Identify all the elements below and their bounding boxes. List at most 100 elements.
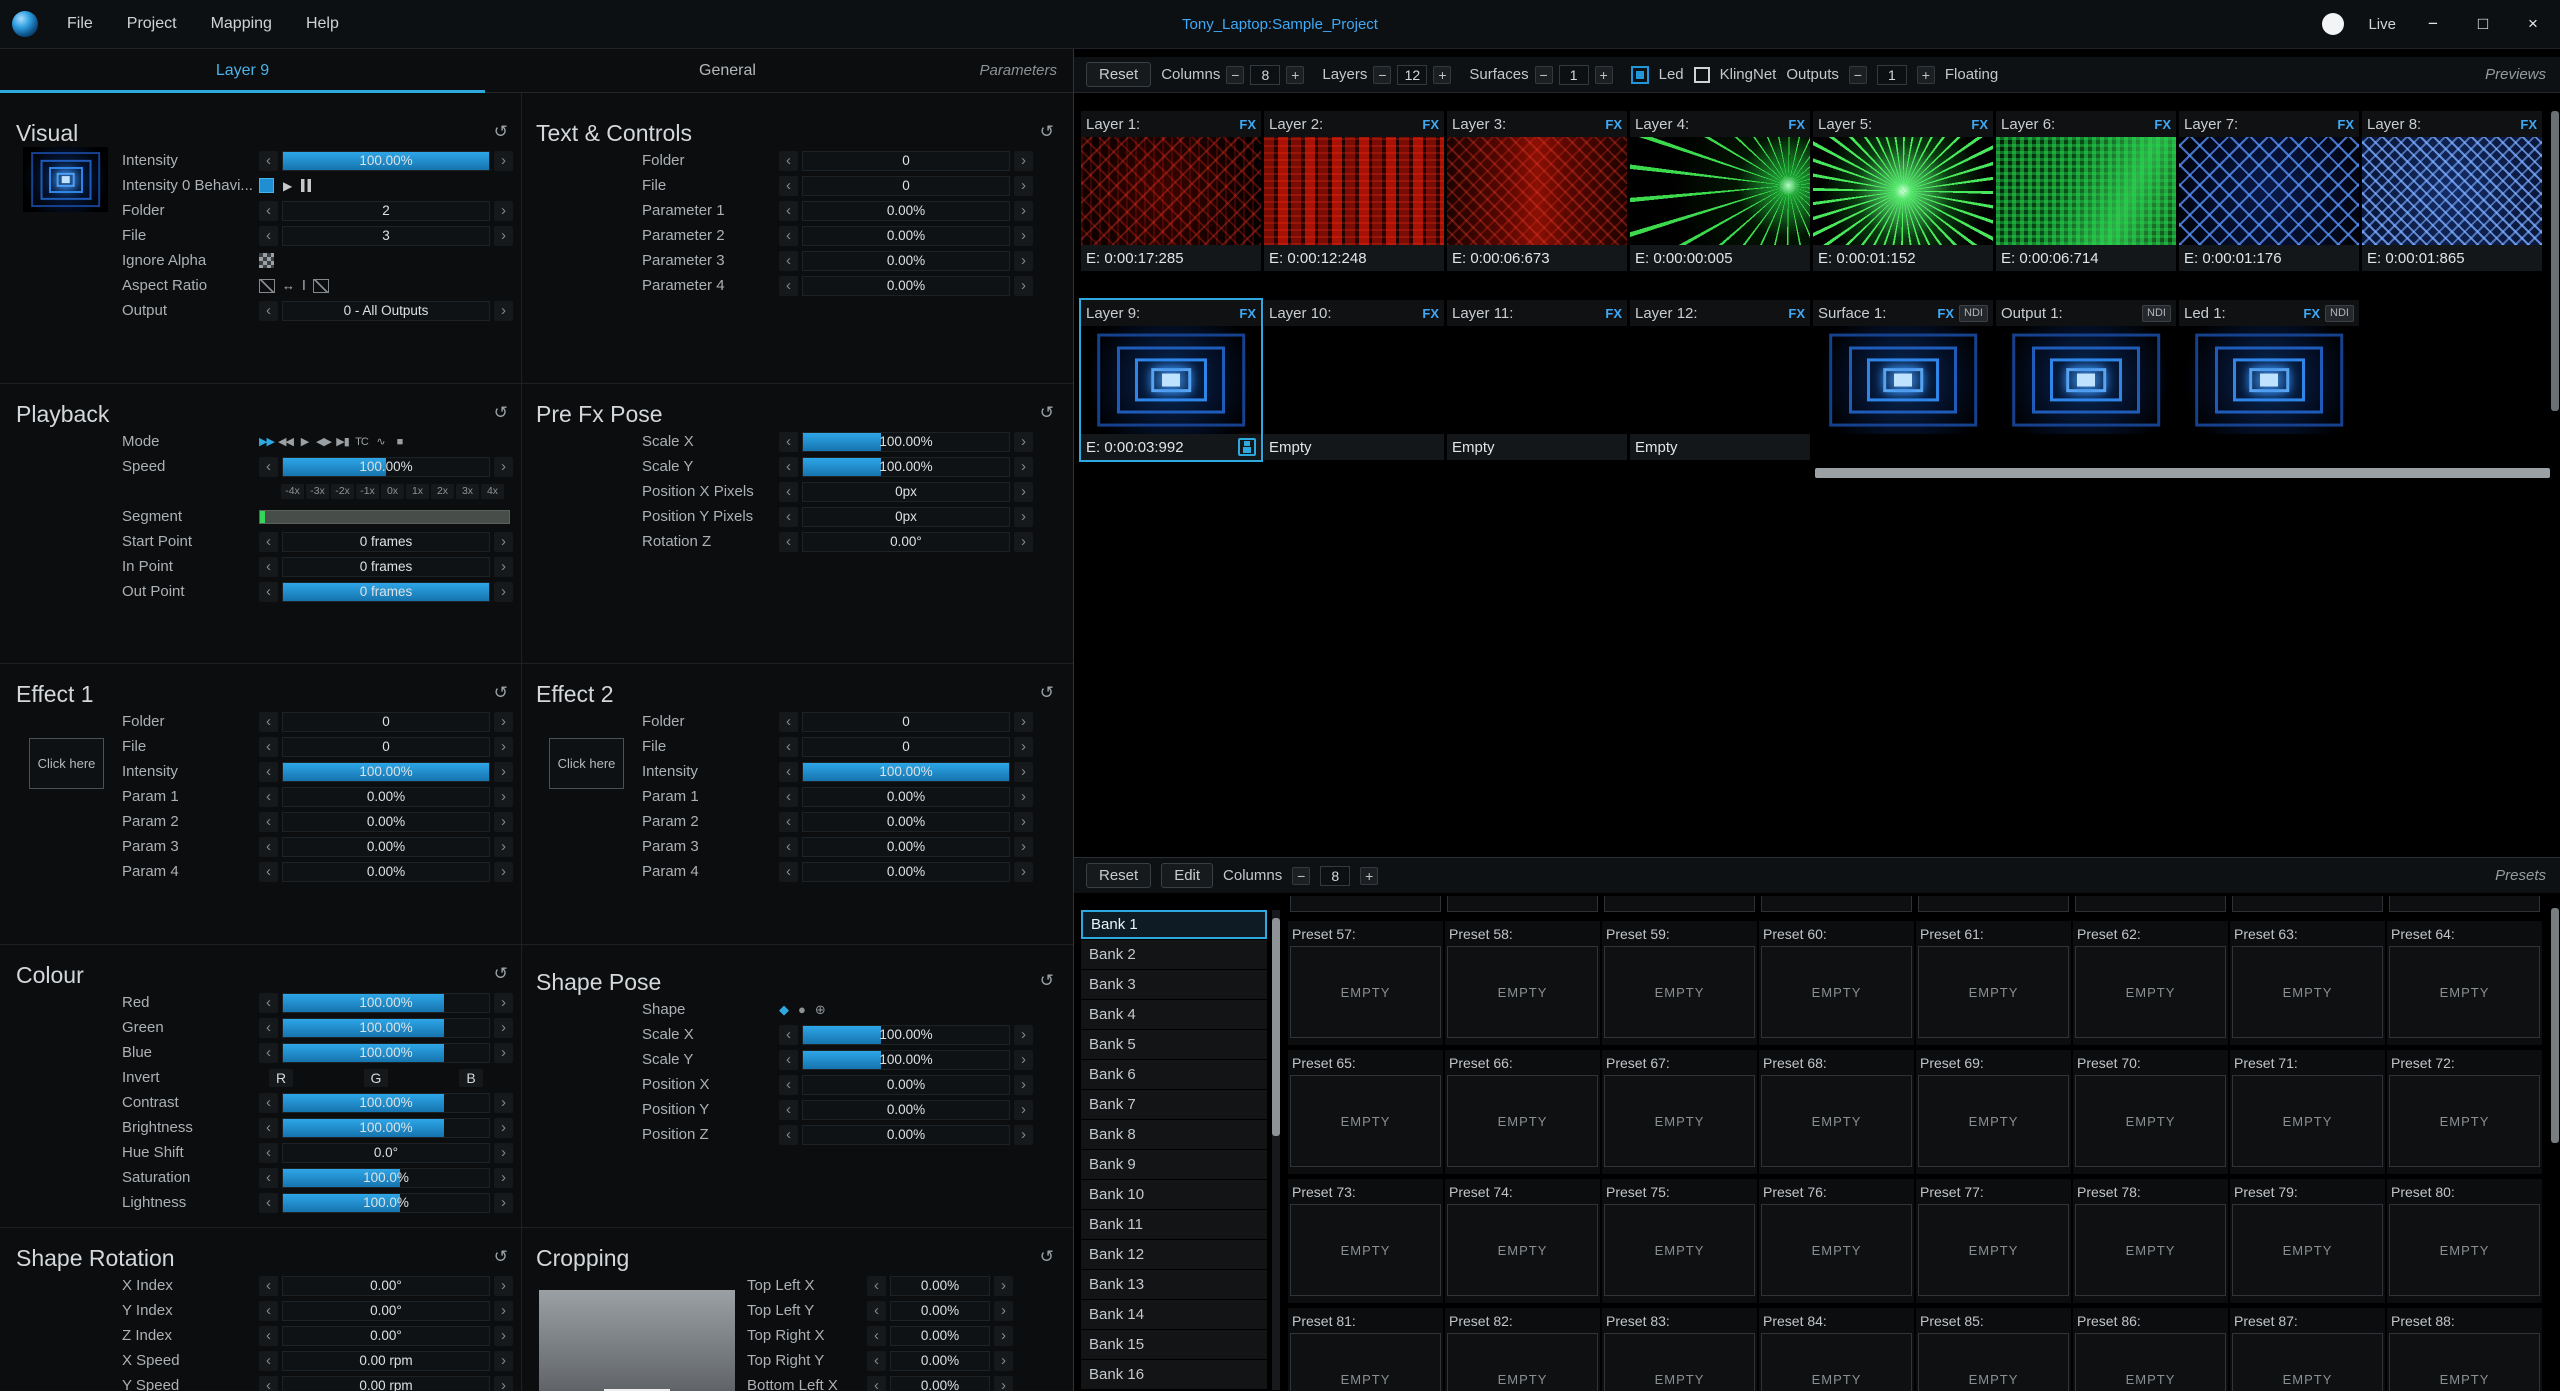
preset-cell[interactable]: Preset 65: EMPTY [1288,1050,1443,1174]
klingnet-checkbox[interactable] [1694,67,1710,83]
preset-cell-partial[interactable] [1447,896,1598,912]
decrement-button[interactable]: ‹ [779,532,798,552]
param-slider[interactable]: 0.00% [802,862,1010,882]
decrement-button[interactable]: ‹ [259,993,278,1013]
menu-item[interactable]: Mapping [194,15,289,33]
speed-preset-button[interactable]: -4x [281,484,304,499]
layer-card[interactable]: Layer 1: FX E: 0:00:17:285 [1081,111,1261,271]
param-slider[interactable]: 0 [802,737,1010,757]
increment-button[interactable]: › [1014,176,1033,196]
increment-button[interactable]: › [494,712,513,732]
preset-cell[interactable]: Preset 76: EMPTY [1759,1179,1914,1303]
playback-mode-icon[interactable]: ∿ [373,434,388,450]
decrement-button[interactable]: ‹ [779,712,798,732]
decrement-button[interactable]: ‹ [867,1326,886,1346]
outputs-decrement-button[interactable]: − [1849,66,1867,84]
increment-button[interactable]: › [994,1301,1013,1321]
layer-thumbnail[interactable] [1630,137,1810,245]
param-slider[interactable]: 100.00% [282,1118,490,1138]
increment-button[interactable]: › [1014,787,1033,807]
param-slider[interactable]: 0 [802,176,1010,196]
param-slider[interactable]: 0.00° [282,1276,490,1296]
reset-icon[interactable]: ↺ [1040,971,1054,991]
decrement-button[interactable]: ‹ [779,507,798,527]
bank-item[interactable]: Bank 12 [1081,1240,1267,1269]
layer-card[interactable]: Surface 1: FX NDI [1813,300,1993,434]
increment-button[interactable]: › [494,737,513,757]
columns-decrement-button[interactable]: − [1292,867,1310,885]
param-slider[interactable]: 0.00% [802,1100,1010,1120]
layer-card[interactable]: Layer 9: FX E: 0:00:03:992 [1081,300,1261,460]
led-checkbox[interactable] [1631,66,1649,84]
decrement-button[interactable]: ‹ [779,251,798,271]
decrement-button[interactable]: ‹ [779,226,798,246]
increment-button[interactable]: › [1014,276,1033,296]
param-slider[interactable]: 0 [802,151,1010,171]
increment-button[interactable]: › [1014,737,1033,757]
bank-item[interactable]: Bank 8 [1081,1120,1267,1149]
stepper-decrement-button[interactable]: − [1226,66,1244,84]
increment-button[interactable]: › [1014,507,1033,527]
aspect-stretch-icon[interactable] [313,279,329,293]
decrement-button[interactable]: ‹ [259,1168,278,1188]
stepper-decrement-button[interactable]: − [1373,66,1391,84]
increment-button[interactable]: › [1014,432,1033,452]
presets-label[interactable]: Presets [2495,867,2546,884]
decrement-button[interactable]: ‹ [779,1050,798,1070]
bank-item[interactable]: Bank 10 [1081,1180,1267,1209]
preset-cell[interactable]: Preset 82: EMPTY [1445,1308,1600,1391]
increment-button[interactable]: › [494,862,513,882]
param-slider[interactable]: 0.0° [282,1143,490,1163]
preset-cell[interactable]: Preset 72: EMPTY [2387,1050,2542,1174]
param-slider[interactable]: 0.00% [890,1326,990,1346]
presets-edit-button[interactable]: Edit [1161,863,1213,888]
preset-cell-partial[interactable] [2389,896,2540,912]
presets-scrollbar-thumb[interactable] [2551,908,2559,1143]
speed-preset-button[interactable]: 4x [481,484,504,499]
stepper-decrement-button[interactable]: − [1535,66,1553,84]
bank-item[interactable]: Bank 15 [1081,1330,1267,1359]
preset-cell[interactable]: Preset 80: EMPTY [2387,1179,2542,1303]
checkbox-checked-icon[interactable] [259,178,274,193]
increment-button[interactable]: › [494,151,513,171]
fx-badge[interactable]: FX [1605,117,1622,132]
param-slider[interactable]: 0.00% [802,1125,1010,1145]
param-slider[interactable]: 100.00% [802,1025,1010,1045]
param-slider[interactable]: 0.00% [282,787,490,807]
param-slider[interactable]: 0.00% [802,276,1010,296]
increment-button[interactable]: › [494,582,513,602]
playback-mode-icon[interactable]: ▶▶ [259,434,274,450]
increment-button[interactable]: › [494,1276,513,1296]
param-slider[interactable]: 0.00° [802,532,1010,552]
param-slider[interactable]: 0.00° [282,1326,490,1346]
layer-card[interactable]: Layer 5: FX E: 0:00:01:152 [1813,111,1993,271]
increment-button[interactable]: › [494,787,513,807]
param-slider[interactable]: 0 frames [282,582,490,602]
bank-item[interactable]: Bank 1 [1081,910,1267,939]
speed-preset-button[interactable]: -3x [306,484,329,499]
increment-button[interactable]: › [1014,712,1033,732]
increment-button[interactable]: › [494,1351,513,1371]
preset-cell[interactable]: Preset 88: EMPTY [2387,1308,2542,1391]
increment-button[interactable]: › [994,1326,1013,1346]
increment-button[interactable]: › [494,1376,513,1391]
decrement-button[interactable]: ‹ [867,1376,886,1391]
stepper-increment-button[interactable]: + [1595,66,1613,84]
param-slider[interactable]: 0.00% [282,862,490,882]
menu-item[interactable]: File [50,15,110,33]
layer-thumbnail[interactable] [1264,326,1444,434]
preset-cell[interactable]: Preset 73: EMPTY [1288,1179,1443,1303]
close-button[interactable]: × [2520,14,2546,34]
bank-item[interactable]: Bank 13 [1081,1270,1267,1299]
layer-thumbnail[interactable] [1813,137,1993,245]
decrement-button[interactable]: ‹ [867,1351,886,1371]
minimize-button[interactable]: − [2420,14,2446,34]
increment-button[interactable]: › [1014,862,1033,882]
tab-general[interactable]: General [485,62,970,80]
preset-cell[interactable]: Preset 85: EMPTY [1916,1308,2071,1391]
param-slider[interactable]: 2 [282,201,490,221]
decrement-button[interactable]: ‹ [779,812,798,832]
increment-button[interactable]: › [494,1118,513,1138]
playback-mode-icon[interactable]: ▶▮ [335,434,350,450]
fx-badge[interactable]: FX [1788,306,1805,321]
